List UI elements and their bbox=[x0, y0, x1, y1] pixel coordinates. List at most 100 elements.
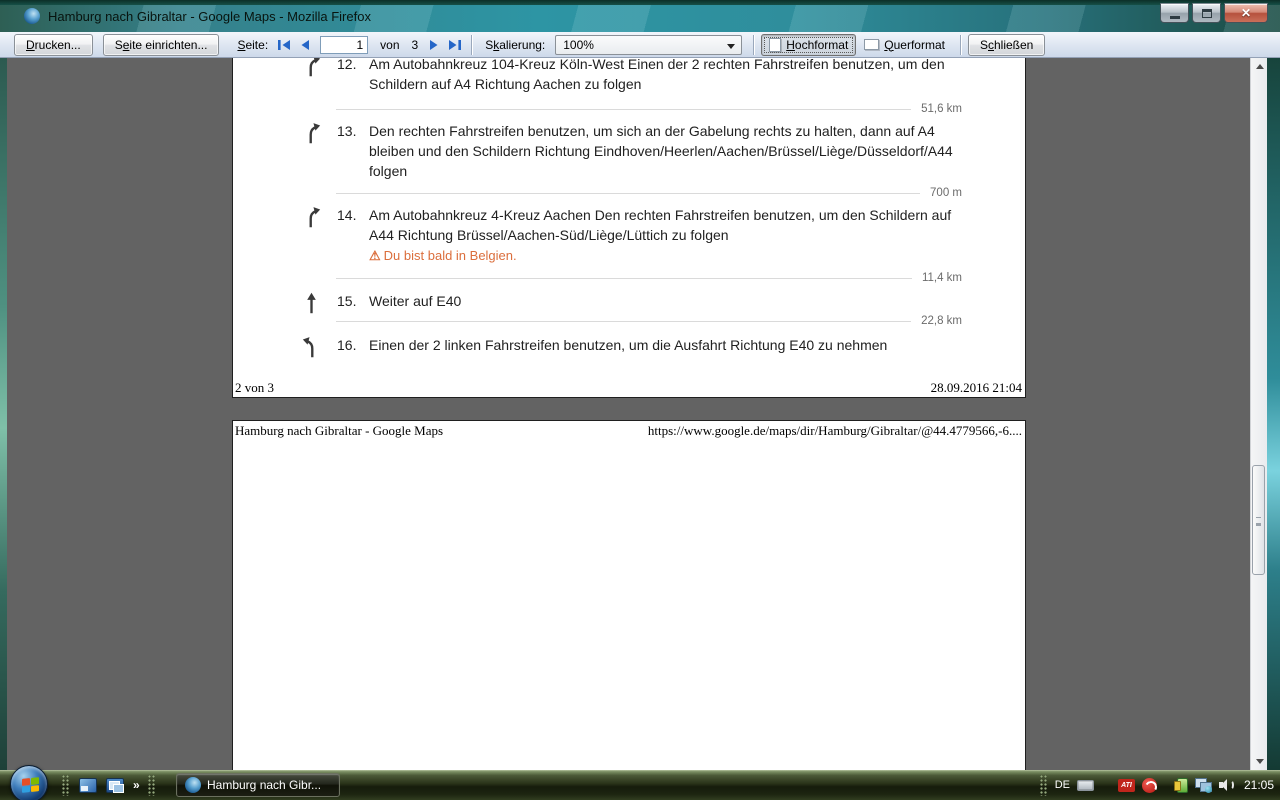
landscape-page-icon bbox=[864, 39, 880, 50]
taskbar: » Hamburg nach Gibr... DE ATI 21:05 bbox=[0, 765, 1280, 800]
header-title: Hamburg nach Gibraltar - Google Maps bbox=[235, 423, 444, 438]
volume-icon[interactable] bbox=[1218, 778, 1235, 792]
minimize-icon bbox=[1169, 15, 1180, 19]
step-number: 13. bbox=[337, 123, 357, 139]
close-preview-button[interactable]: Schließen bbox=[967, 33, 1046, 56]
last-page-button[interactable] bbox=[445, 36, 463, 54]
fork-right-icon bbox=[302, 58, 321, 80]
step-divider: 22,8 km bbox=[336, 314, 962, 328]
system-tray: DE ATI 21:05 bbox=[1039, 770, 1274, 800]
preview-page-3: Hamburg nach Gibraltar - Google Maps htt… bbox=[232, 420, 1026, 770]
header-url: https://www.google.de/maps/dir/Hamburg/G… bbox=[647, 423, 1022, 438]
straight-icon bbox=[302, 292, 321, 317]
scale-value: 100% bbox=[563, 37, 594, 52]
page-footer: 2 von 3 28.09.2016 21:04 bbox=[235, 380, 1022, 396]
window-border-right bbox=[1267, 58, 1280, 770]
step-divider: 11,4 km bbox=[336, 271, 962, 285]
step-divider: 51,6 km bbox=[336, 102, 962, 116]
next-page-button[interactable] bbox=[425, 36, 443, 54]
warning-icon: ⚠ bbox=[369, 248, 381, 263]
window-title: Hamburg nach Gibraltar - Google Maps - M… bbox=[48, 9, 371, 24]
clock[interactable]: 21:05 bbox=[1244, 778, 1274, 792]
chevron-down-icon bbox=[727, 43, 736, 49]
step-text: Den rechten Fahrstreifen benutzen, um si… bbox=[369, 123, 953, 179]
firefox-icon bbox=[24, 8, 40, 24]
fork-right-icon bbox=[302, 122, 321, 147]
page-header: Hamburg nach Gibraltar - Google Maps htt… bbox=[235, 423, 1022, 439]
show-desktop-icon[interactable] bbox=[79, 777, 97, 793]
toolbar-grip[interactable] bbox=[62, 774, 70, 796]
step-distance: 700 m bbox=[930, 187, 962, 199]
preview-page-2: 12. Am Autobahnkreuz 104-Kreuz Köln-West … bbox=[232, 58, 1026, 398]
ati-tray-icon[interactable]: ATI bbox=[1117, 778, 1135, 792]
page-setup-button[interactable]: Seite einrichten... bbox=[102, 33, 220, 56]
scroll-down-button[interactable] bbox=[1251, 753, 1268, 770]
portrait-page-icon bbox=[769, 37, 782, 52]
step-number: 12. bbox=[337, 58, 357, 72]
keyboard-icon[interactable] bbox=[1076, 779, 1094, 791]
scrollbar-thumb[interactable] bbox=[1252, 465, 1265, 575]
preview-area: 12. Am Autobahnkreuz 104-Kreuz Köln-West … bbox=[0, 58, 1280, 770]
previous-page-icon bbox=[301, 39, 309, 50]
first-page-button[interactable] bbox=[275, 36, 293, 54]
footer-datetime: 28.09.2016 21:04 bbox=[930, 380, 1022, 395]
page-label: Seite: bbox=[237, 37, 269, 52]
scale-select[interactable]: 100% bbox=[555, 34, 743, 55]
landscape-toggle[interactable]: Querformat bbox=[856, 34, 953, 56]
slight-left-icon bbox=[302, 336, 321, 361]
next-page-icon bbox=[429, 39, 438, 50]
vertical-scrollbar[interactable] bbox=[1250, 58, 1267, 770]
portrait-toggle[interactable]: Hochformat bbox=[761, 33, 857, 56]
last-page-icon bbox=[448, 39, 461, 50]
step-text: Am Autobahnkreuz 4-Kreuz Aachen Den rech… bbox=[369, 205, 973, 266]
chevron-more-icon[interactable]: » bbox=[133, 778, 140, 792]
power-icon[interactable] bbox=[1173, 777, 1188, 793]
taskbar-button-label: Hamburg nach Gibr... bbox=[207, 778, 322, 792]
language-indicator[interactable]: DE bbox=[1055, 779, 1070, 791]
step-warning: ⚠ Du bist bald in Belgien. bbox=[369, 248, 517, 263]
of-label: von bbox=[380, 37, 400, 52]
screen: Hamburg nach Gibraltar - Google Maps - M… bbox=[0, 0, 1280, 800]
maximize-button[interactable] bbox=[1192, 3, 1221, 23]
step-text: Weiter auf E40 bbox=[369, 293, 462, 309]
scroll-up-icon bbox=[1255, 64, 1264, 69]
tray-grip bbox=[1039, 774, 1048, 796]
windows-flag-icon bbox=[22, 777, 39, 793]
toolbar-grip[interactable] bbox=[147, 774, 156, 796]
start-button[interactable] bbox=[10, 765, 48, 800]
close-icon: ✕ bbox=[1240, 6, 1252, 20]
switch-windows-icon[interactable] bbox=[106, 777, 124, 793]
close-button[interactable]: ✕ bbox=[1224, 3, 1268, 23]
step-number: 16. bbox=[337, 337, 357, 353]
step-distance: 22,8 km bbox=[921, 315, 962, 327]
page-number-input[interactable] bbox=[320, 35, 369, 54]
red-logo-icon[interactable] bbox=[1141, 777, 1157, 793]
footer-page-count: 2 von 3 bbox=[235, 380, 274, 395]
scroll-up-button[interactable] bbox=[1251, 58, 1268, 75]
step-number: 14. bbox=[337, 207, 357, 223]
step-text: Am Autobahnkreuz 104-Kreuz Köln-West Ein… bbox=[369, 58, 945, 92]
page-total: 3 bbox=[411, 37, 419, 52]
titlebar: Hamburg nach Gibraltar - Google Maps - M… bbox=[0, 0, 1280, 32]
network-icon[interactable] bbox=[1194, 777, 1212, 793]
step-distance: 11,4 km bbox=[921, 272, 962, 284]
directions-list: 12. Am Autobahnkreuz 104-Kreuz Köln-West … bbox=[233, 58, 1025, 397]
quick-launch: » bbox=[62, 774, 156, 796]
scale-label: Skalierung: bbox=[485, 37, 546, 52]
step-divider: 700 m bbox=[336, 186, 962, 200]
fork-right-icon bbox=[302, 206, 321, 231]
firefox-icon bbox=[185, 777, 201, 793]
step-number: 15. bbox=[337, 293, 357, 309]
window-border-left bbox=[0, 58, 7, 770]
previous-page-button[interactable] bbox=[295, 36, 313, 54]
taskbar-button-firefox[interactable]: Hamburg nach Gibr... bbox=[176, 773, 340, 797]
print-button[interactable]: Drucken... bbox=[14, 33, 93, 56]
step-distance: 51,6 km bbox=[921, 103, 962, 115]
minimize-button[interactable] bbox=[1160, 3, 1189, 23]
print-preview-toolbar: Drucken... Seite einrichten... Seite: vo… bbox=[0, 32, 1280, 58]
maximize-icon bbox=[1201, 8, 1212, 18]
globe-icon bbox=[1204, 785, 1212, 793]
window-controls: ✕ bbox=[1160, 3, 1268, 23]
first-page-icon bbox=[277, 39, 290, 50]
step-text: Einen der 2 linken Fahrstreifen benutzen… bbox=[369, 337, 888, 353]
